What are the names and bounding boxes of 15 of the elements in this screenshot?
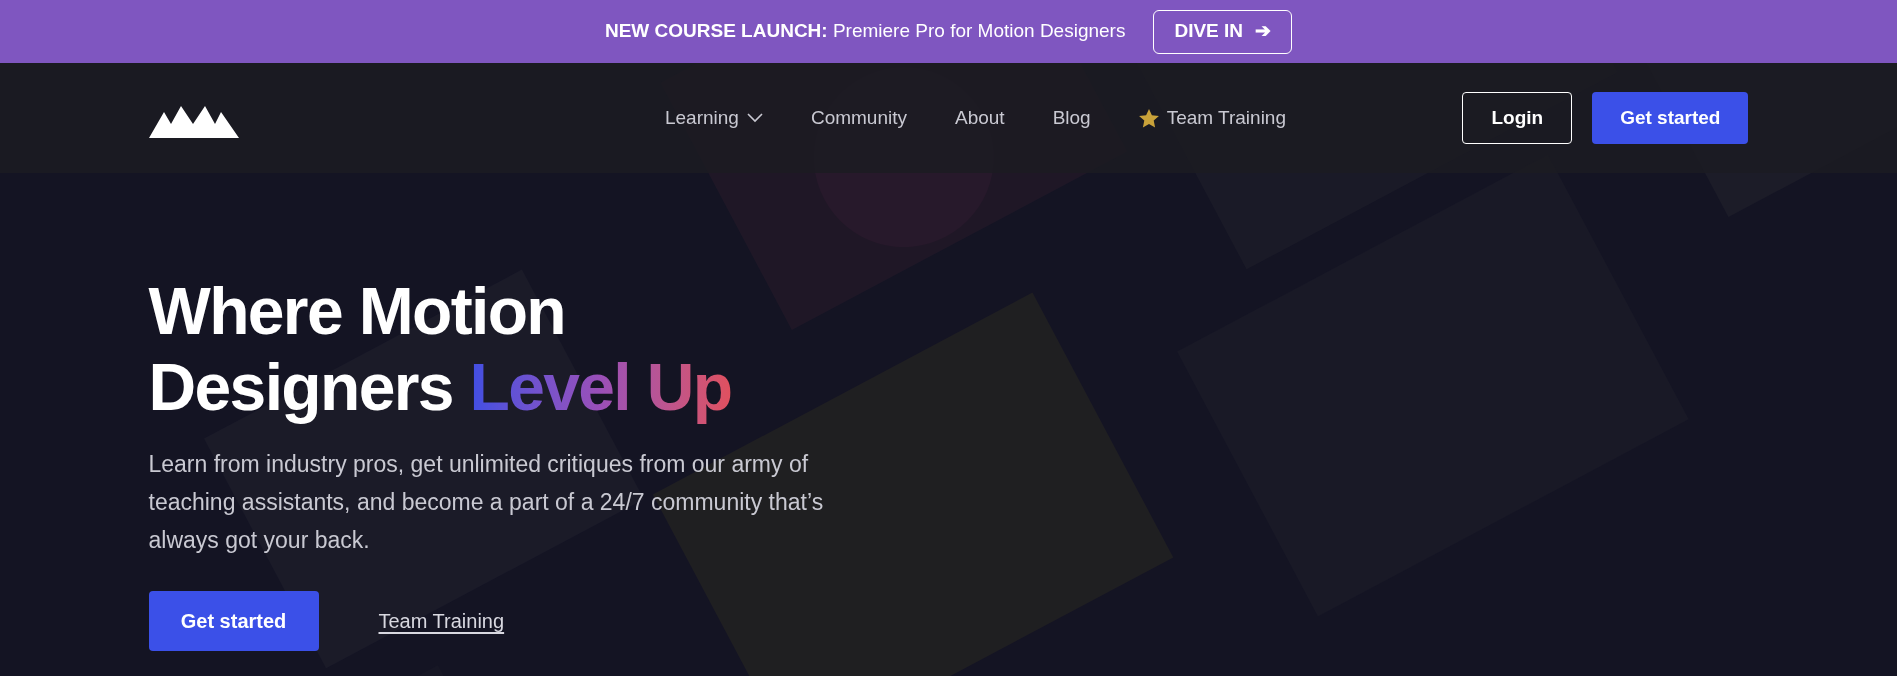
headline: Where Motion Designers Level Up (148, 273, 733, 425)
nav-link[interactable]: Blog (1052, 103, 1091, 133)
nav-link[interactable]: About (955, 103, 1005, 133)
get-started-button[interactable]: Get started (1592, 92, 1749, 144)
hero-description: Learn from industry pros, get unlimited critiques from our army of teaching assistants, and become a part of a 24/7 community that’s always got your back. (148, 450, 825, 555)
star-icon (1138, 108, 1159, 128)
dive-in-button[interactable]: DIVE IN ➔ (1153, 9, 1293, 54)
team-training-link[interactable]: Team Training (378, 606, 505, 636)
announcement-text: NEW COURSE LAUNCH: Premiere Pro for Motion Designers (604, 19, 1126, 44)
nav-link[interactable]: Learning (664, 103, 763, 133)
chevron-down-icon (746, 113, 763, 123)
nav-link[interactable]: Community (810, 103, 907, 133)
login-button[interactable]: Login (1462, 92, 1573, 144)
nav-link[interactable]: Team Training (1138, 103, 1286, 133)
get-started-button[interactable]: Get started (148, 591, 319, 651)
